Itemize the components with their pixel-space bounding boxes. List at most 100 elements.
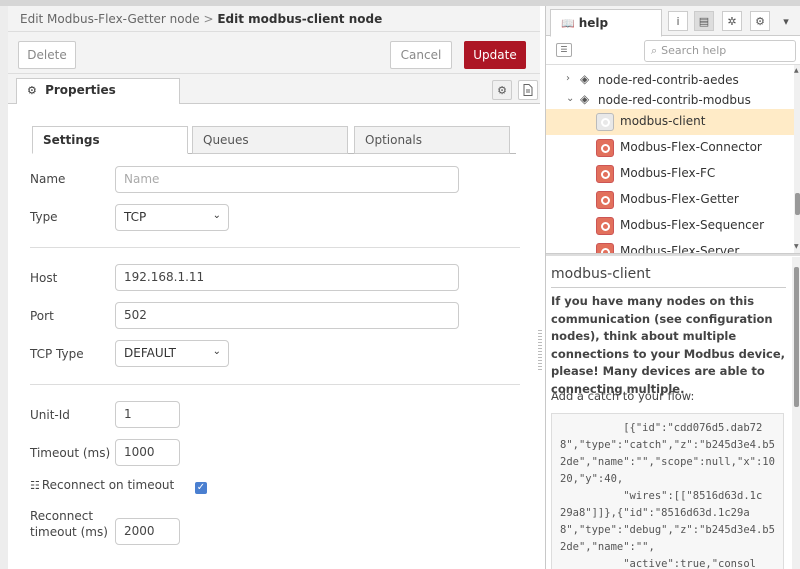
tree-scrollbar[interactable]: ▲ ▼: [794, 65, 800, 253]
gear-icon: ⚙: [27, 84, 37, 97]
timeout-label: Timeout (ms): [30, 446, 111, 460]
port-label: Port: [30, 309, 54, 323]
tab-properties[interactable]: ⚙ Properties: [16, 78, 180, 105]
tree-item-label: node-red-contrib-modbus: [598, 93, 751, 107]
node-item-label: Modbus-Flex-Server: [620, 244, 740, 253]
book-icon: 📖: [561, 17, 575, 30]
help-catch-text: Add a catch to your flow:: [551, 389, 695, 403]
reconnect-checkbox[interactable]: ✓: [195, 482, 207, 494]
node-item-flex-sequencer[interactable]: Modbus-Flex-Sequencer: [546, 213, 794, 239]
name-input[interactable]: Name: [115, 166, 459, 193]
node-item-label: Modbus-Flex-FC: [620, 166, 716, 180]
caret-down-icon[interactable]: ▾: [776, 11, 796, 31]
breadcrumb: Edit Modbus-Flex-Getter node > Edit modb…: [20, 12, 382, 26]
sidebar-tabbar: 📖 help i ▤ ✲ ⚙ ▾: [546, 6, 800, 37]
package-icon: ◈: [580, 92, 590, 106]
timeout-input[interactable]: 1000: [115, 439, 180, 466]
type-select-value: TCP: [124, 210, 147, 224]
node-icon: [596, 243, 614, 253]
grid-icon: ☷: [30, 479, 40, 492]
sidebar: 📖 help i ▤ ✲ ⚙ ▾ ☰ ⌕ Search help › ◈ node-…: [545, 6, 800, 569]
type-label: Type: [30, 210, 58, 224]
breadcrumb-parent[interactable]: Edit Modbus-Flex-Getter node: [20, 12, 200, 26]
tab-queues[interactable]: Queues: [192, 126, 348, 154]
node-icon: [596, 139, 614, 157]
tree-item-label: node-red-contrib-aedes: [598, 73, 739, 87]
info-icon[interactable]: i: [668, 11, 688, 31]
debug-icon[interactable]: ✲: [722, 11, 742, 31]
scroll-thumb[interactable]: [795, 193, 800, 215]
search-placeholder: Search help: [661, 44, 727, 57]
node-icon: [596, 217, 614, 235]
breadcrumb-separator: >: [203, 12, 214, 26]
node-icon: [596, 165, 614, 183]
port-input[interactable]: 502: [115, 302, 459, 329]
node-item-flex-getter[interactable]: Modbus-Flex-Getter: [546, 187, 794, 213]
scroll-down-icon[interactable]: ▼: [794, 243, 799, 250]
help-scrollbar[interactable]: [792, 257, 800, 569]
scroll-thumb[interactable]: [794, 267, 799, 407]
cancel-button[interactable]: Cancel: [390, 41, 452, 69]
tcp-type-select-value: DEFAULT: [124, 346, 176, 360]
tcp-type-select[interactable]: DEFAULT ⌄: [115, 340, 229, 367]
divider: [30, 247, 520, 248]
chevron-down-icon: ⌄: [566, 93, 575, 104]
chevron-down-icon: ⌄: [212, 210, 221, 221]
chevron-right-icon: ›: [566, 73, 570, 84]
book-icon[interactable]: ▤: [694, 11, 714, 31]
host-label: Host: [30, 271, 58, 285]
tray-toolbar: Delete Cancel Update: [8, 32, 540, 74]
search-input[interactable]: ⌕ Search help: [644, 40, 796, 62]
description-icon[interactable]: [518, 80, 538, 100]
node-item-flex-fc[interactable]: Modbus-Flex-FC: [546, 161, 794, 187]
node-item-flex-connector[interactable]: Modbus-Flex-Connector: [546, 135, 794, 161]
tab-properties-label: Properties: [45, 83, 116, 97]
divider: [551, 287, 786, 288]
delete-button[interactable]: Delete: [18, 41, 76, 69]
reconnect-timeout-label: Reconnect timeout (ms): [30, 508, 108, 540]
reconnect-label-text: Reconnect on timeout: [41, 478, 175, 492]
help-content: modbus-client If you have many nodes on …: [546, 257, 800, 569]
reconnect-timeout-label-line1: Reconnect: [30, 509, 94, 523]
help-tree: › ◈ node-red-contrib-aedes ⌄ ◈ node-red-…: [546, 65, 800, 253]
reconnect-timeout-label-line2: timeout (ms): [30, 525, 108, 539]
properties-tabbar: ⚙ Properties ⚙: [8, 74, 540, 105]
reconnect-timeout-input[interactable]: 2000: [115, 518, 180, 545]
node-item-label: Modbus-Flex-Getter: [620, 192, 739, 206]
scroll-up-icon[interactable]: ▲: [794, 67, 799, 74]
resize-handle[interactable]: [538, 330, 542, 370]
list-icon[interactable]: ☰: [556, 43, 572, 57]
properties-panel: Settings Queues Optionals Name Name Type…: [8, 104, 540, 569]
search-icon: ⌕: [651, 44, 658, 57]
help-search-bar: ☰ ⌕ Search help: [546, 37, 800, 65]
node-icon: [596, 113, 614, 131]
node-item-label: Modbus-Flex-Sequencer: [620, 218, 765, 232]
name-label: Name: [30, 172, 66, 186]
unit-id-input[interactable]: 1: [115, 401, 180, 428]
breadcrumb-current: Edit modbus-client node: [217, 12, 383, 26]
node-item-label: modbus-client: [620, 114, 706, 128]
help-title: modbus-client: [551, 266, 651, 282]
node-item-flex-server[interactable]: Modbus-Flex-Server: [546, 239, 794, 253]
workspace-edge: [0, 6, 8, 569]
help-paragraph: If you have many nodes on this communica…: [551, 294, 786, 396]
host-input[interactable]: 192.168.1.11: [115, 264, 459, 291]
tray-header: Edit Modbus-Flex-Getter node > Edit modb…: [8, 6, 540, 32]
tab-settings[interactable]: Settings: [32, 126, 188, 154]
gear-icon[interactable]: ⚙: [750, 11, 770, 31]
node-item-modbus-client[interactable]: modbus-client: [546, 109, 794, 135]
node-item-label: Modbus-Flex-Connector: [620, 140, 762, 154]
divider: [30, 384, 520, 385]
tab-optionals[interactable]: Optionals: [354, 126, 510, 154]
node-icon: [596, 191, 614, 209]
update-button[interactable]: Update: [464, 41, 526, 69]
tab-help[interactable]: 📖 help: [550, 9, 662, 37]
tcp-type-label: TCP Type: [30, 347, 84, 361]
sidebar-splitter[interactable]: [546, 253, 800, 256]
type-select[interactable]: TCP ⌄: [115, 204, 229, 231]
node-settings-icon[interactable]: ⚙: [492, 80, 512, 100]
reconnect-label: ☷ Reconnect on timeout: [30, 478, 174, 492]
tab-help-label: help: [578, 16, 609, 30]
chevron-down-icon: ⌄: [212, 346, 221, 357]
package-icon: ◈: [580, 72, 590, 86]
